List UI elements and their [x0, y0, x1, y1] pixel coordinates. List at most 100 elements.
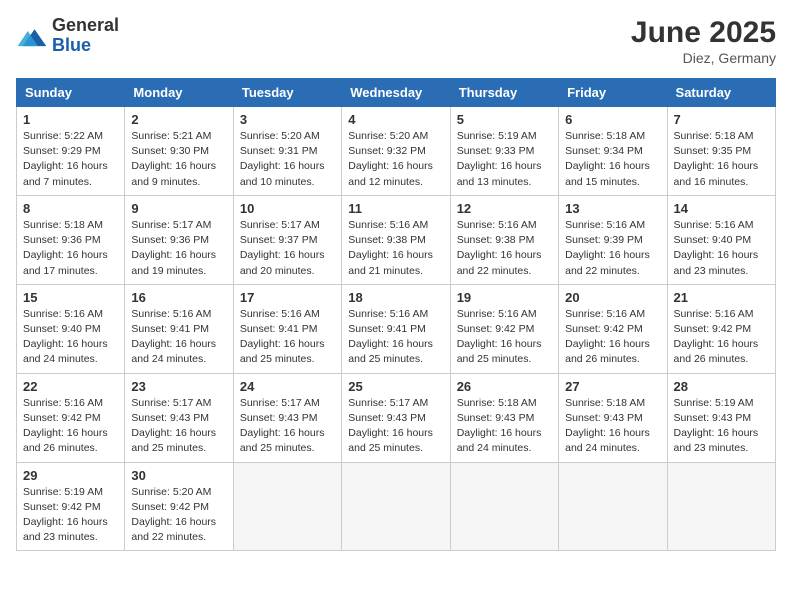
day-number: 27 — [565, 379, 660, 394]
day-info: Sunrise: 5:18 AM Sunset: 9:43 PM Dayligh… — [457, 396, 552, 457]
table-cell: 6 Sunrise: 5:18 AM Sunset: 9:34 PM Dayli… — [559, 107, 667, 196]
table-cell: 14 Sunrise: 5:16 AM Sunset: 9:40 PM Dayl… — [667, 195, 775, 284]
calendar-row: 15 Sunrise: 5:16 AM Sunset: 9:40 PM Dayl… — [17, 284, 776, 373]
day-number: 9 — [131, 201, 226, 216]
day-info: Sunrise: 5:19 AM Sunset: 9:33 PM Dayligh… — [457, 129, 552, 190]
table-cell: 10 Sunrise: 5:17 AM Sunset: 9:37 PM Dayl… — [233, 195, 341, 284]
table-cell: 23 Sunrise: 5:17 AM Sunset: 9:43 PM Dayl… — [125, 373, 233, 462]
table-cell: 30 Sunrise: 5:20 AM Sunset: 9:42 PM Dayl… — [125, 462, 233, 551]
day-number: 8 — [23, 201, 118, 216]
calendar-row: 1 Sunrise: 5:22 AM Sunset: 9:29 PM Dayli… — [17, 107, 776, 196]
day-info: Sunrise: 5:16 AM Sunset: 9:40 PM Dayligh… — [23, 307, 118, 368]
day-number: 29 — [23, 468, 118, 483]
table-cell: 28 Sunrise: 5:19 AM Sunset: 9:43 PM Dayl… — [667, 373, 775, 462]
day-number: 23 — [131, 379, 226, 394]
table-cell: 20 Sunrise: 5:16 AM Sunset: 9:42 PM Dayl… — [559, 284, 667, 373]
col-thursday: Thursday — [450, 79, 558, 107]
logo-icon — [16, 22, 48, 50]
day-info: Sunrise: 5:19 AM Sunset: 9:42 PM Dayligh… — [23, 485, 118, 546]
day-number: 11 — [348, 201, 443, 216]
day-number: 16 — [131, 290, 226, 305]
day-number: 18 — [348, 290, 443, 305]
day-number: 2 — [131, 112, 226, 127]
day-info: Sunrise: 5:17 AM Sunset: 9:43 PM Dayligh… — [348, 396, 443, 457]
day-info: Sunrise: 5:16 AM Sunset: 9:42 PM Dayligh… — [457, 307, 552, 368]
day-info: Sunrise: 5:16 AM Sunset: 9:39 PM Dayligh… — [565, 218, 660, 279]
page-header: General Blue June 2025 Diez, Germany — [16, 16, 776, 66]
day-number: 22 — [23, 379, 118, 394]
day-number: 3 — [240, 112, 335, 127]
logo-blue-text: Blue — [52, 35, 91, 55]
table-cell: 17 Sunrise: 5:16 AM Sunset: 9:41 PM Dayl… — [233, 284, 341, 373]
table-cell: 19 Sunrise: 5:16 AM Sunset: 9:42 PM Dayl… — [450, 284, 558, 373]
table-cell: 15 Sunrise: 5:16 AM Sunset: 9:40 PM Dayl… — [17, 284, 125, 373]
day-info: Sunrise: 5:16 AM Sunset: 9:41 PM Dayligh… — [348, 307, 443, 368]
calendar-row: 22 Sunrise: 5:16 AM Sunset: 9:42 PM Dayl… — [17, 373, 776, 462]
day-number: 1 — [23, 112, 118, 127]
table-cell: 22 Sunrise: 5:16 AM Sunset: 9:42 PM Dayl… — [17, 373, 125, 462]
table-cell — [559, 462, 667, 551]
day-number: 6 — [565, 112, 660, 127]
table-cell — [233, 462, 341, 551]
table-cell: 1 Sunrise: 5:22 AM Sunset: 9:29 PM Dayli… — [17, 107, 125, 196]
table-cell: 25 Sunrise: 5:17 AM Sunset: 9:43 PM Dayl… — [342, 373, 450, 462]
table-cell: 12 Sunrise: 5:16 AM Sunset: 9:38 PM Dayl… — [450, 195, 558, 284]
day-number: 17 — [240, 290, 335, 305]
title-block: June 2025 Diez, Germany — [631, 16, 776, 66]
day-info: Sunrise: 5:20 AM Sunset: 9:31 PM Dayligh… — [240, 129, 335, 190]
col-saturday: Saturday — [667, 79, 775, 107]
day-number: 24 — [240, 379, 335, 394]
logo-general-text: General — [52, 15, 119, 35]
table-cell: 5 Sunrise: 5:19 AM Sunset: 9:33 PM Dayli… — [450, 107, 558, 196]
col-wednesday: Wednesday — [342, 79, 450, 107]
table-cell: 2 Sunrise: 5:21 AM Sunset: 9:30 PM Dayli… — [125, 107, 233, 196]
table-cell: 13 Sunrise: 5:16 AM Sunset: 9:39 PM Dayl… — [559, 195, 667, 284]
table-cell: 3 Sunrise: 5:20 AM Sunset: 9:31 PM Dayli… — [233, 107, 341, 196]
logo: General Blue — [16, 16, 119, 56]
table-cell — [667, 462, 775, 551]
table-cell: 27 Sunrise: 5:18 AM Sunset: 9:43 PM Dayl… — [559, 373, 667, 462]
table-cell: 4 Sunrise: 5:20 AM Sunset: 9:32 PM Dayli… — [342, 107, 450, 196]
table-cell: 26 Sunrise: 5:18 AM Sunset: 9:43 PM Dayl… — [450, 373, 558, 462]
day-info: Sunrise: 5:17 AM Sunset: 9:43 PM Dayligh… — [240, 396, 335, 457]
day-number: 7 — [674, 112, 769, 127]
day-info: Sunrise: 5:22 AM Sunset: 9:29 PM Dayligh… — [23, 129, 118, 190]
calendar-header-row: Sunday Monday Tuesday Wednesday Thursday… — [17, 79, 776, 107]
day-info: Sunrise: 5:16 AM Sunset: 9:41 PM Dayligh… — [131, 307, 226, 368]
col-tuesday: Tuesday — [233, 79, 341, 107]
day-info: Sunrise: 5:17 AM Sunset: 9:36 PM Dayligh… — [131, 218, 226, 279]
col-monday: Monday — [125, 79, 233, 107]
day-number: 15 — [23, 290, 118, 305]
day-info: Sunrise: 5:17 AM Sunset: 9:37 PM Dayligh… — [240, 218, 335, 279]
table-cell — [450, 462, 558, 551]
day-number: 21 — [674, 290, 769, 305]
calendar-row: 29 Sunrise: 5:19 AM Sunset: 9:42 PM Dayl… — [17, 462, 776, 551]
day-number: 4 — [348, 112, 443, 127]
day-info: Sunrise: 5:17 AM Sunset: 9:43 PM Dayligh… — [131, 396, 226, 457]
day-number: 25 — [348, 379, 443, 394]
day-number: 12 — [457, 201, 552, 216]
day-number: 14 — [674, 201, 769, 216]
table-cell: 7 Sunrise: 5:18 AM Sunset: 9:35 PM Dayli… — [667, 107, 775, 196]
day-info: Sunrise: 5:18 AM Sunset: 9:43 PM Dayligh… — [565, 396, 660, 457]
day-info: Sunrise: 5:16 AM Sunset: 9:42 PM Dayligh… — [23, 396, 118, 457]
col-friday: Friday — [559, 79, 667, 107]
table-cell — [342, 462, 450, 551]
day-info: Sunrise: 5:16 AM Sunset: 9:38 PM Dayligh… — [348, 218, 443, 279]
month-title: June 2025 — [631, 16, 776, 50]
day-info: Sunrise: 5:18 AM Sunset: 9:35 PM Dayligh… — [674, 129, 769, 190]
day-info: Sunrise: 5:18 AM Sunset: 9:36 PM Dayligh… — [23, 218, 118, 279]
day-info: Sunrise: 5:16 AM Sunset: 9:38 PM Dayligh… — [457, 218, 552, 279]
calendar-table: Sunday Monday Tuesday Wednesday Thursday… — [16, 78, 776, 551]
table-cell: 21 Sunrise: 5:16 AM Sunset: 9:42 PM Dayl… — [667, 284, 775, 373]
day-number: 28 — [674, 379, 769, 394]
table-cell: 8 Sunrise: 5:18 AM Sunset: 9:36 PM Dayli… — [17, 195, 125, 284]
table-cell: 29 Sunrise: 5:19 AM Sunset: 9:42 PM Dayl… — [17, 462, 125, 551]
calendar-row: 8 Sunrise: 5:18 AM Sunset: 9:36 PM Dayli… — [17, 195, 776, 284]
table-cell: 16 Sunrise: 5:16 AM Sunset: 9:41 PM Dayl… — [125, 284, 233, 373]
day-number: 19 — [457, 290, 552, 305]
day-info: Sunrise: 5:16 AM Sunset: 9:42 PM Dayligh… — [565, 307, 660, 368]
col-sunday: Sunday — [17, 79, 125, 107]
day-info: Sunrise: 5:20 AM Sunset: 9:42 PM Dayligh… — [131, 485, 226, 546]
table-cell: 18 Sunrise: 5:16 AM Sunset: 9:41 PM Dayl… — [342, 284, 450, 373]
